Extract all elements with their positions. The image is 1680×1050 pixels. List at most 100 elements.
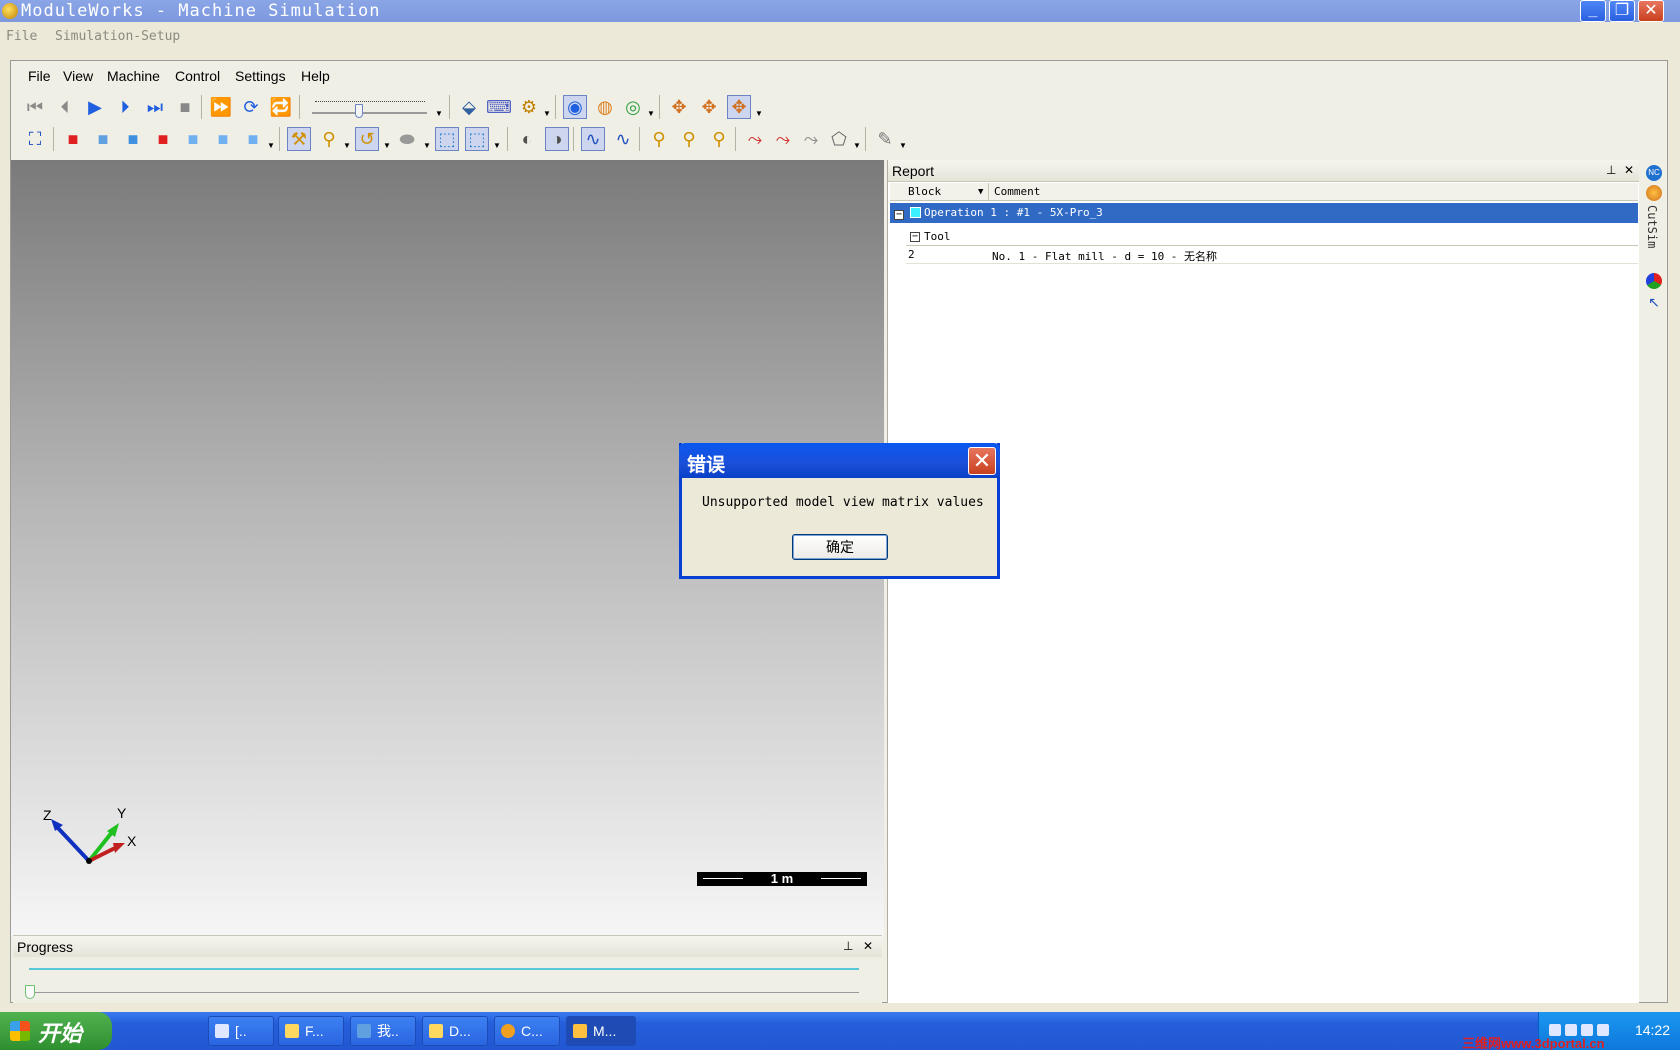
dialog-close-button[interactable]: ✕ [968, 447, 996, 475]
step-back-icon[interactable]: ⏴ [53, 95, 77, 119]
play-icon[interactable]: ▶ [83, 95, 107, 119]
fast-forward-icon[interactable]: ⏩ [209, 95, 233, 119]
chevron-down-icon[interactable]: ▼ [899, 141, 907, 150]
tool-axis-icon[interactable]: ⚲ [677, 127, 701, 151]
chevron-down-icon[interactable]: ▼ [267, 141, 275, 150]
operation-row[interactable]: − Operation 1 : #1 - 5X-Pro_3 [890, 203, 1638, 223]
taskbar-item-4[interactable]: D... [422, 1016, 488, 1046]
polygon-icon[interactable]: ⬠ [827, 127, 851, 151]
skip-to-end-icon[interactable]: ⏭ [143, 95, 167, 119]
move-link-icon[interactable]: ⤳ [799, 127, 823, 151]
start-button[interactable]: 开始 [0, 1012, 112, 1050]
minimize-button[interactable]: _ [1580, 0, 1606, 22]
workpiece-icon[interactable]: ⬬ [395, 127, 419, 151]
taskbar-item-3[interactable]: 我.. [350, 1016, 416, 1046]
tool-tip-icon[interactable]: ⚲ [647, 127, 671, 151]
stock-box-icon[interactable]: ⬚ [435, 127, 459, 151]
cutsim-tab[interactable]: CutSim [1645, 205, 1659, 248]
collapse-icon[interactable]: − [894, 210, 904, 220]
tool-contact-icon[interactable]: ⚲ [707, 127, 731, 151]
ok-button[interactable]: 确定 [792, 534, 888, 560]
outer-menu-file[interactable]: File [6, 29, 37, 44]
taskbar-item-1[interactable]: [.. [208, 1016, 274, 1046]
keyboard-icon[interactable]: ⌨ [486, 95, 512, 119]
collision-check-icon[interactable]: ✥ [697, 95, 721, 119]
view-cube-left-icon[interactable]: ■ [181, 127, 205, 151]
close-icon[interactable]: ✕ [863, 939, 873, 953]
pin-tool-icon[interactable]: ✎ [873, 127, 897, 151]
machine-view-icon[interactable]: ◉ [563, 95, 587, 119]
cursor-icon[interactable]: ↖ [1646, 294, 1662, 310]
move-rapid-icon[interactable]: ⤳ [771, 127, 795, 151]
speed-slider-track[interactable] [312, 112, 427, 114]
close-icon[interactable]: ✕ [1624, 163, 1634, 177]
menu-view[interactable]: View [63, 68, 93, 84]
taskbar-item-5[interactable]: C... [494, 1016, 560, 1046]
speed-slider-ticks [315, 101, 425, 107]
view-cube-front-icon[interactable]: ■ [91, 127, 115, 151]
tool-group-label: Tool [924, 230, 951, 243]
tool-holder-icon[interactable]: ⚲ [317, 127, 341, 151]
loop-icon[interactable]: 🔁 [269, 95, 293, 119]
eraser-icon[interactable]: ⬙ [457, 95, 481, 119]
shading-wire-icon[interactable]: ◑ [545, 127, 569, 151]
chevron-down-icon[interactable]: ▼ [343, 141, 351, 150]
chevron-down-icon[interactable]: ▼ [435, 109, 443, 118]
progress-slider-track[interactable] [29, 992, 859, 993]
taskbar-item-6[interactable]: M... [566, 1016, 636, 1046]
taskbar-item-2[interactable]: F... [278, 1016, 344, 1046]
outer-menu-simulation-setup[interactable]: Simulation-Setup [55, 29, 180, 44]
chevron-down-icon[interactable]: ▼ [978, 187, 983, 197]
chevron-down-icon[interactable]: ▼ [423, 141, 431, 150]
tool-path-icon[interactable]: ⚒ [287, 127, 311, 151]
chevron-down-icon[interactable]: ▼ [383, 141, 391, 150]
step-forward-icon[interactable]: ⏵ [113, 95, 137, 119]
nc-badge-icon[interactable]: NC [1646, 165, 1662, 181]
skip-to-start-icon[interactable]: ⏮ [23, 95, 47, 119]
restore-button[interactable]: ❐ [1609, 0, 1635, 22]
tool-group-row[interactable]: − Tool [906, 228, 1638, 246]
stock-settings-icon[interactable]: ⬚ [465, 127, 489, 151]
chevron-down-icon[interactable]: ▼ [493, 141, 501, 150]
cutsim-icon[interactable] [1646, 185, 1662, 201]
speed-slider-thumb[interactable] [355, 104, 363, 118]
chevron-down-icon[interactable]: ▼ [853, 141, 861, 150]
menu-machine[interactable]: Machine [107, 68, 160, 84]
color-icon[interactable] [1646, 273, 1662, 289]
close-button[interactable]: ✕ [1638, 0, 1664, 22]
column-block[interactable]: Block [908, 185, 941, 198]
path-line-icon[interactable]: ∿ [581, 127, 605, 151]
collision-settings-icon[interactable]: ✥ [727, 95, 751, 119]
toolbar-separator [735, 127, 736, 151]
rotate-icon[interactable]: ↺ [355, 127, 379, 151]
table-row[interactable]: 2 No. 1 - Flat mill - d = 10 - 无名称 [906, 246, 1638, 264]
repeat-icon[interactable]: ⟳ [239, 95, 263, 119]
pin-icon[interactable]: ⊥ [1606, 163, 1616, 177]
shading-icon[interactable]: ◐ [515, 127, 539, 151]
view-cube-iso-icon[interactable]: ■ [61, 127, 85, 151]
fit-view-icon[interactable]: ⛶ [23, 127, 47, 151]
menu-help[interactable]: Help [301, 68, 330, 84]
menu-settings[interactable]: Settings [235, 68, 286, 84]
globe-icon[interactable]: ◎ [621, 95, 645, 119]
settings-gear-icon[interactable]: ⚙ [517, 95, 541, 119]
collision-icon[interactable]: ✥ [667, 95, 691, 119]
view-cube-top-icon[interactable]: ■ [121, 127, 145, 151]
stock-view-icon[interactable]: ◍ [593, 95, 617, 119]
progress-slider-thumb[interactable] [25, 985, 35, 999]
chevron-down-icon[interactable]: ▼ [647, 109, 655, 118]
pin-icon[interactable]: ⊥ [843, 939, 853, 953]
stop-icon[interactable]: ■ [173, 95, 197, 119]
view-cube-back-icon[interactable]: ■ [211, 127, 235, 151]
menu-control[interactable]: Control [175, 68, 220, 84]
column-comment[interactable]: Comment [994, 185, 1040, 198]
view-cube-bottom-icon[interactable]: ■ [241, 127, 265, 151]
path-curve-icon[interactable]: ∿ [611, 127, 635, 151]
clock[interactable]: 14:22 [1635, 1022, 1670, 1038]
view-cube-right-icon[interactable]: ■ [151, 127, 175, 151]
chevron-down-icon[interactable]: ▼ [755, 109, 763, 118]
menu-file[interactable]: File [28, 68, 51, 84]
move-path-icon[interactable]: ⤳ [743, 127, 767, 151]
collapse-icon[interactable]: − [910, 232, 920, 242]
chevron-down-icon[interactable]: ▼ [543, 109, 551, 118]
